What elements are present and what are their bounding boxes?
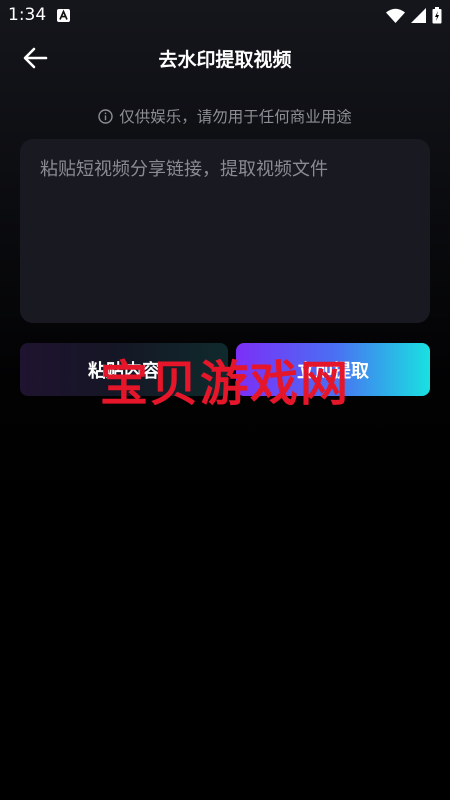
a-notification-icon bbox=[57, 9, 70, 22]
wifi-icon bbox=[386, 8, 405, 23]
share-link-input[interactable] bbox=[20, 139, 430, 323]
disclaimer: 仅供娱乐，请勿用于任何商业用途 bbox=[0, 105, 450, 127]
app-screen: 1:34 去水印提取视频 仅供娱乐，请勿用于任何商业用途 粘贴短视频分享链接，提… bbox=[0, 0, 450, 800]
status-icons bbox=[386, 7, 442, 24]
paste-content-button[interactable]: 粘贴内容 bbox=[20, 343, 228, 396]
page-title: 去水印提取视频 bbox=[158, 49, 292, 71]
disclaimer-text: 仅供娱乐，请勿用于任何商业用途 bbox=[119, 108, 352, 126]
status-time: 1:34 bbox=[8, 5, 47, 25]
extract-now-label: 立即提取 bbox=[297, 360, 369, 382]
info-icon bbox=[98, 108, 113, 124]
paste-content-label: 粘贴内容 bbox=[88, 360, 160, 382]
status-bar: 1:34 bbox=[0, 0, 450, 32]
signal-icon bbox=[411, 8, 426, 23]
battery-icon bbox=[432, 7, 442, 24]
app-header: 去水印提取视频 bbox=[0, 36, 450, 80]
extract-now-button[interactable]: 立即提取 bbox=[236, 343, 430, 396]
